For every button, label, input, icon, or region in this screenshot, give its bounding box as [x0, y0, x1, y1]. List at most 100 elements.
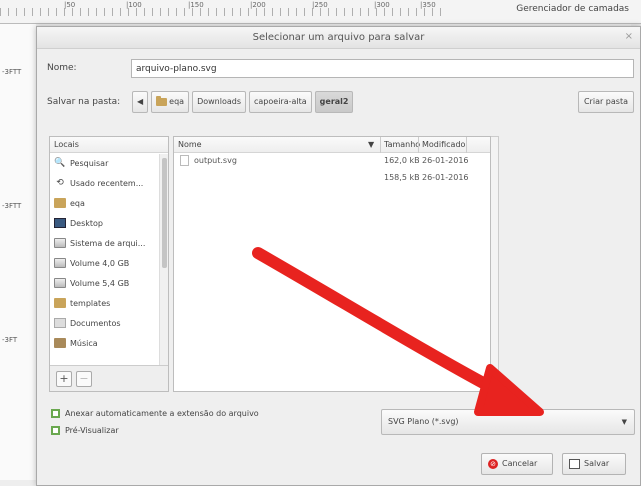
file-size: 158,5 kB [384, 173, 420, 182]
place-item-volume-4gb[interactable]: Volume 4,0 GB [50, 253, 168, 273]
create-folder-button[interactable]: Criar pasta [577, 91, 634, 113]
place-label: eqa [70, 198, 85, 208]
place-label: Volume 5,4 GB [70, 278, 130, 288]
ruler-label: |300 [374, 1, 390, 9]
column-size[interactable]: Tamanho [384, 137, 420, 152]
search-icon: 🔍 [54, 158, 66, 168]
place-item-recent[interactable]: ⟲ Usado recentem... [50, 173, 168, 193]
cancel-button[interactable]: ⊘ Cancelar [481, 453, 553, 475]
file-list: Nome ▼ Tamanho Modificado output.svg 162… [173, 136, 491, 392]
checkbox-box [51, 409, 60, 418]
place-item-desktop[interactable]: Desktop [50, 213, 168, 233]
home-folder-icon [54, 198, 66, 208]
save-label: Salvar [584, 459, 610, 468]
breadcrumb-label: geral2 [319, 97, 349, 106]
column-modified[interactable]: Modificado [422, 137, 465, 152]
place-label: Música [70, 338, 98, 348]
preview-checkbox[interactable]: Pré-Visualizar [51, 422, 259, 439]
place-label: Desktop [70, 218, 103, 228]
remove-place-button[interactable]: − [76, 371, 92, 387]
dialog-title: Selecionar um arquivo para salvar [252, 32, 425, 43]
place-item-volume-5gb[interactable]: Volume 5,4 GB [50, 273, 168, 293]
place-item-templates[interactable]: templates [50, 293, 168, 313]
column-separator [380, 137, 381, 153]
place-label: Volume 4,0 GB [70, 258, 130, 268]
canvas-label: -3FT [2, 336, 18, 344]
save-folder-row: Salvar na pasta: ◀ eqa Downloads capoeir… [47, 89, 634, 115]
ruler-ticks [0, 8, 441, 16]
checkbox-box [51, 426, 60, 435]
ruler-label: |150 [188, 1, 204, 9]
place-item-music[interactable]: Música [50, 333, 168, 353]
file-size: 162,0 kB [384, 156, 420, 165]
file-row[interactable]: 158,5 kB 26-01-2016 [174, 170, 490, 187]
breadcrumb-label: capoeira-alta [254, 97, 307, 106]
place-item-filesystem[interactable]: Sistema de arqui... [50, 233, 168, 253]
layers-manager-tab[interactable]: Gerenciador de camadas [516, 4, 629, 14]
add-place-button[interactable]: + [56, 371, 72, 387]
file-row[interactable]: output.svg 162,0 kB 26-01-2016 [174, 153, 490, 170]
places-scrollbar[interactable] [159, 154, 168, 365]
drive-icon [54, 258, 66, 268]
save-file-dialog: Selecionar um arquivo para salvar × Nome… [36, 26, 641, 486]
save-button[interactable]: Salvar [562, 453, 626, 475]
options-group: Anexar automaticamente a extensão do arq… [51, 405, 259, 439]
places-footer: + − [50, 365, 168, 391]
breadcrumb-back-button[interactable]: ◀ [132, 91, 149, 113]
canvas-label: -3FTT [2, 202, 22, 210]
breadcrumb-label: Downloads [197, 97, 241, 106]
music-icon [54, 338, 66, 348]
close-icon[interactable]: × [625, 31, 633, 42]
file-type-select[interactable]: SVG Plano (*.svg) ▼ [381, 409, 635, 435]
folder-icon [54, 298, 66, 308]
save-icon [569, 459, 580, 469]
place-label: Sistema de arqui... [70, 238, 146, 248]
column-name[interactable]: Nome [178, 137, 202, 152]
column-separator [466, 137, 467, 153]
ruler-label: |100 [126, 1, 142, 9]
scrollbar-thumb[interactable] [162, 158, 167, 268]
breadcrumb-downloads[interactable]: Downloads [192, 91, 246, 113]
place-item-eqa[interactable]: eqa [50, 193, 168, 213]
ruler-label: |200 [250, 1, 266, 9]
auto-extension-checkbox[interactable]: Anexar automaticamente a extensão do arq… [51, 405, 259, 422]
file-modified: 26-01-2016 [422, 173, 469, 182]
places-sidebar: Locais 🔍 Pesquisar ⟲ Usado recentem... e… [49, 136, 169, 392]
ruler-label: |250 [312, 1, 328, 9]
ruler-label: |350 [420, 1, 436, 9]
file-type-value: SVG Plano (*.svg) [388, 417, 459, 426]
breadcrumb-geral2[interactable]: geral2 [314, 91, 354, 113]
ruler-label: |50 [64, 1, 76, 9]
sort-descending-icon[interactable]: ▼ [368, 137, 374, 152]
place-item-search[interactable]: 🔍 Pesquisar [50, 153, 168, 173]
documents-icon [54, 318, 66, 328]
places-header[interactable]: Locais [50, 137, 168, 153]
breadcrumb-eqa[interactable]: eqa [151, 91, 190, 113]
place-label: Pesquisar [70, 158, 109, 168]
save-folder-label: Salvar na pasta: [47, 97, 121, 107]
checkbox-label: Pré-Visualizar [65, 426, 119, 435]
drawing-canvas[interactable]: -3FTT -3FTT -3FT [0, 24, 36, 486]
file-name: output.svg [194, 156, 237, 165]
breadcrumb-capoeira-alta[interactable]: capoeira-alta [249, 91, 312, 113]
column-separator [418, 137, 419, 153]
dialog-titlebar: Selecionar um arquivo para salvar × [37, 27, 640, 49]
place-item-documents[interactable]: Documentos [50, 313, 168, 333]
file-name-input[interactable] [131, 59, 634, 78]
file-modified: 26-01-2016 [422, 156, 469, 165]
breadcrumb: ◀ eqa Downloads capoeira-alta geral2 [132, 91, 354, 113]
horizontal-ruler: |50 |100 |150 |200 |250 |300 |350 Gerenc… [0, 0, 641, 24]
chevron-down-icon: ▼ [621, 418, 627, 426]
file-list-scrollbar[interactable] [491, 136, 499, 392]
file-list-header: Nome ▼ Tamanho Modificado [174, 137, 490, 153]
checkbox-label: Anexar automaticamente a extensão do arq… [65, 409, 259, 418]
place-label: Usado recentem... [70, 178, 144, 188]
place-label: templates [70, 298, 111, 308]
cancel-label: Cancelar [502, 459, 538, 468]
file-name-row: Nome: [47, 59, 634, 79]
chevron-left-icon: ◀ [137, 97, 144, 106]
file-name-label: Nome: [47, 63, 77, 73]
canvas-label: -3FTT [2, 68, 22, 76]
place-label: Documentos [70, 318, 121, 328]
home-folder-icon [156, 96, 168, 106]
